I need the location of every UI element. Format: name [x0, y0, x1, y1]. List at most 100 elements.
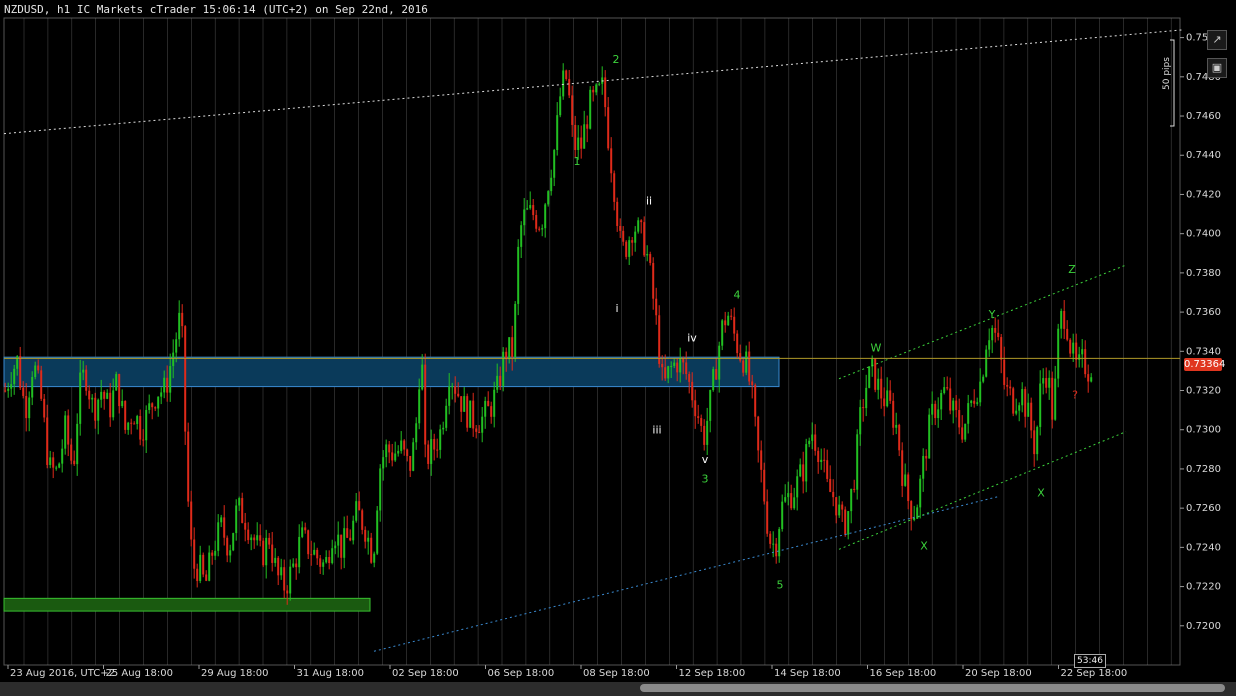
bull-candle	[493, 389, 496, 417]
bear-candle	[763, 469, 766, 502]
wave-label-z: Z	[1068, 263, 1076, 276]
bull-candle	[1036, 426, 1039, 455]
bull-candle	[1078, 354, 1081, 360]
bear-candle	[835, 497, 838, 516]
bear-candle	[613, 173, 616, 202]
price-tick-label: 0.7440	[1186, 150, 1221, 161]
camera-icon[interactable]: ▣	[1207, 58, 1227, 78]
bear-candle	[880, 378, 883, 399]
bear-candle	[277, 557, 280, 576]
bear-candle	[571, 95, 574, 125]
bear-candle	[724, 320, 727, 326]
bear-candle	[490, 406, 493, 417]
bull-candle	[313, 549, 316, 555]
bull-candle	[508, 337, 511, 360]
bull-candle	[220, 517, 223, 523]
bear-candle	[391, 452, 394, 461]
bear-candle	[37, 365, 40, 371]
bull-candle	[577, 137, 580, 150]
bull-candle	[529, 205, 532, 209]
bull-candle	[772, 543, 775, 545]
price-tick-label: 0.7240	[1186, 542, 1221, 553]
bear-candle	[52, 457, 55, 468]
bear-candle	[46, 417, 49, 465]
bull-candle	[1048, 377, 1051, 388]
bull-candle	[250, 537, 253, 541]
bull-candle	[337, 534, 340, 546]
bull-candle	[31, 376, 34, 398]
bear-candle	[703, 425, 706, 445]
bear-candle	[586, 124, 589, 129]
bear-candle	[436, 449, 439, 451]
scrollbar-thumb[interactable]	[640, 684, 1225, 692]
bear-candle	[19, 356, 22, 388]
bear-candle	[733, 316, 736, 334]
bull-candle	[928, 414, 931, 459]
bear-candle	[742, 360, 745, 373]
bull-candle	[868, 366, 871, 388]
bull-candle	[445, 405, 448, 428]
horizontal-scrollbar[interactable]	[0, 682, 1236, 696]
bull-candle	[979, 381, 982, 403]
bull-candle	[781, 501, 784, 530]
bull-candle	[280, 567, 283, 576]
bull-candle	[859, 407, 862, 435]
wave-label-1: 1	[574, 155, 581, 168]
bull-candle	[7, 388, 10, 391]
external-link-icon[interactable]: ↗	[1207, 30, 1227, 50]
wave-label-ii: ii	[646, 194, 652, 207]
bull-candle	[292, 563, 295, 567]
bear-candle	[649, 254, 652, 263]
bull-candle	[136, 416, 139, 424]
bear-candle	[565, 70, 568, 79]
time-tick-label: 14 Sep 18:00	[774, 668, 841, 679]
bull-candle	[415, 423, 418, 443]
bull-candle	[562, 70, 565, 97]
time-tick-label: 08 Sep 18:00	[583, 668, 650, 679]
bear-candle	[466, 396, 469, 428]
bear-candle	[328, 557, 331, 564]
bull-candle	[886, 390, 889, 407]
bull-candle	[481, 416, 484, 433]
bear-candle	[310, 554, 313, 556]
bear-candle	[340, 534, 343, 558]
bear-candle	[658, 315, 661, 364]
bear-candle	[949, 388, 952, 411]
bull-candle	[1021, 389, 1024, 406]
wave-label-5: 5	[777, 579, 784, 592]
price-tick-label: 0.7220	[1186, 582, 1221, 593]
bear-candle	[346, 528, 349, 538]
bear-candle	[775, 543, 778, 557]
bear-candle	[676, 362, 679, 373]
bull-candle	[718, 345, 721, 380]
price-chart[interactable]: 0.75000.74800.74600.74400.74200.74000.73…	[0, 0, 1236, 696]
bull-candle	[28, 397, 31, 419]
bear-candle	[616, 201, 619, 226]
bear-candle	[934, 403, 937, 419]
bull-candle	[397, 450, 400, 454]
bear-candle	[259, 535, 262, 541]
bear-candle	[535, 215, 538, 229]
bear-candle	[103, 391, 106, 399]
bear-candle	[610, 148, 613, 174]
bear-candle	[67, 415, 70, 445]
bull-candle	[322, 562, 325, 567]
bear-candle	[226, 537, 229, 556]
bull-candle	[706, 420, 709, 445]
bull-candle	[100, 391, 103, 400]
bull-candle	[805, 444, 808, 482]
price-tick-label: 0.7260	[1186, 503, 1221, 514]
bull-candle	[238, 498, 241, 506]
wave-label-w: W	[871, 341, 882, 354]
bear-candle	[754, 384, 757, 417]
bear-candle	[685, 362, 688, 375]
wave-label-4: 4	[734, 288, 741, 301]
bull-candle	[673, 362, 676, 366]
price-tick-label: 0.7380	[1186, 268, 1221, 279]
bear-candle	[925, 455, 928, 459]
time-tick-label: 12 Sep 18:00	[679, 668, 746, 679]
bull-candle	[10, 384, 13, 389]
bull-candle	[82, 369, 85, 373]
bull-candle	[394, 453, 397, 461]
bear-candle	[655, 298, 658, 316]
